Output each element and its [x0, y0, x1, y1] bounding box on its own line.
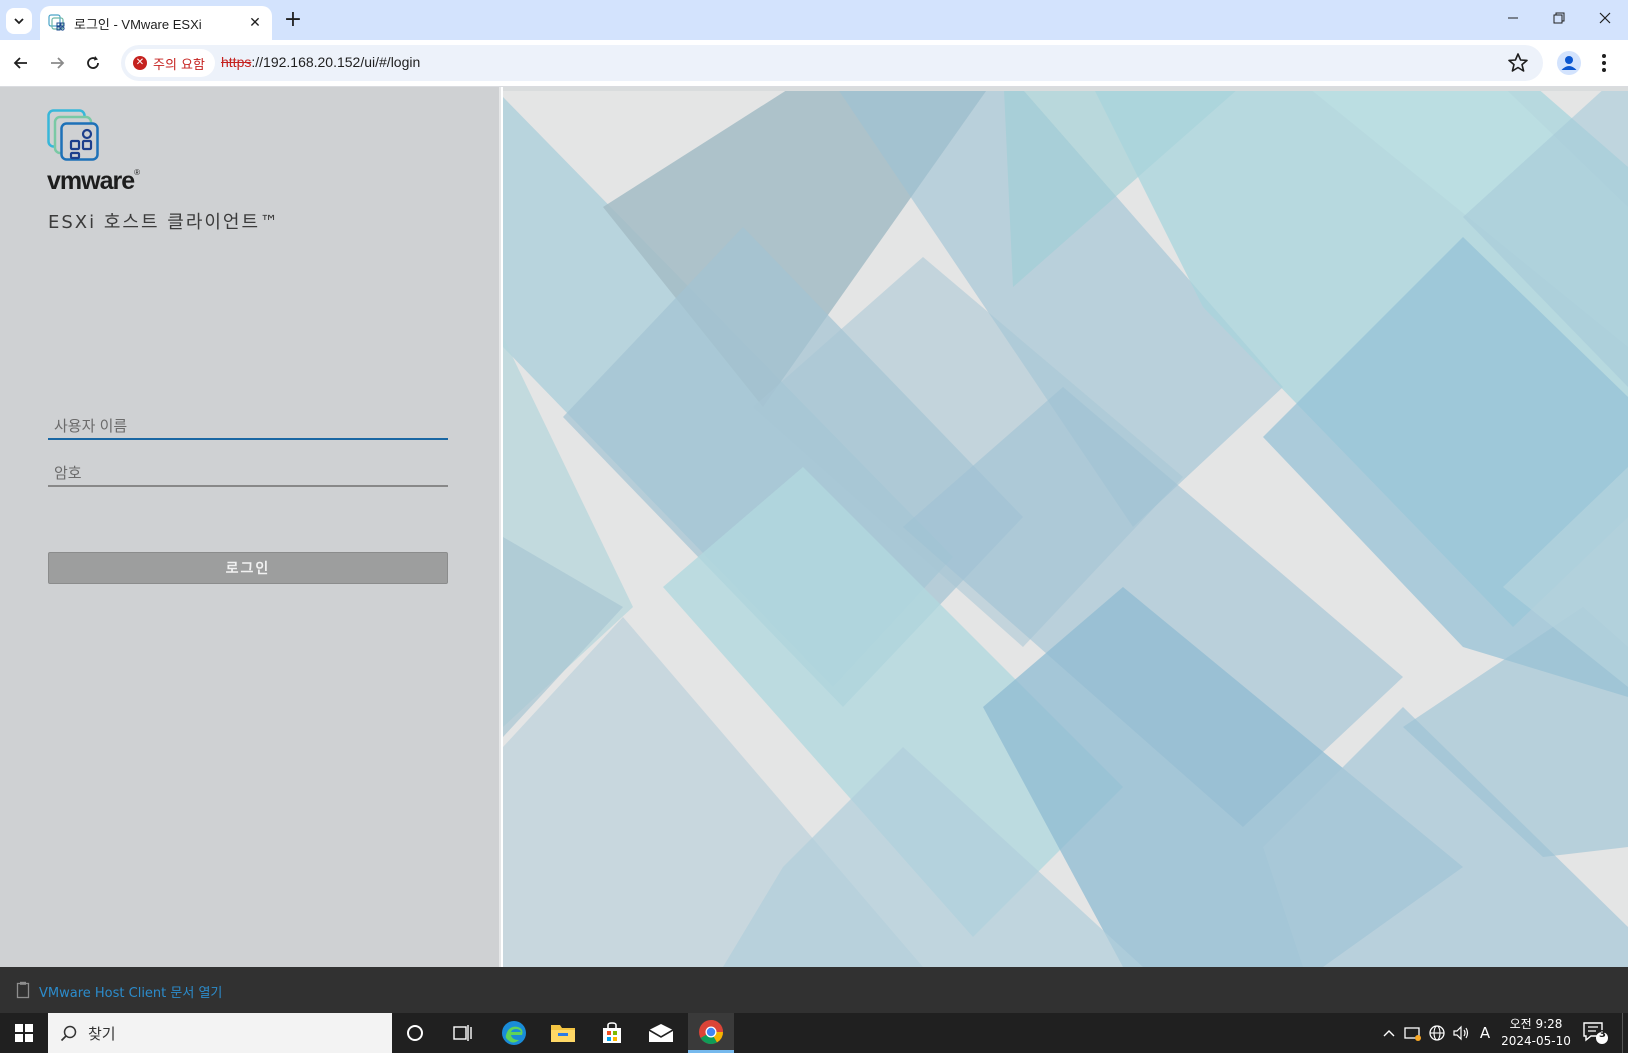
task-view-icon	[453, 1025, 472, 1041]
menu-icon[interactable]	[1598, 52, 1610, 74]
volume-control[interactable]	[1450, 1013, 1472, 1053]
file-explorer-button[interactable]	[540, 1013, 586, 1053]
notification-count: 3	[1599, 1029, 1606, 1040]
address-bar[interactable]: ✕ 주의 요함 https://192.168.20.152/ui/#/logi…	[121, 45, 1543, 81]
tab-list-icon	[14, 18, 24, 25]
tab-list-button[interactable]	[6, 8, 32, 34]
url-scheme: https	[221, 54, 252, 70]
login-panel: vmware® ESXi 호스트 클라이언트™ 로그인	[0, 87, 501, 967]
url-rest: ://192.168.20.152/ui/#/login	[251, 54, 421, 70]
show-desktop-button[interactable]	[1622, 1013, 1628, 1053]
cortana-button[interactable]	[392, 1013, 438, 1053]
warning-icon: ✕	[133, 56, 147, 70]
clock-date: 2024-05-10	[1501, 1034, 1571, 1048]
back-icon[interactable]	[8, 50, 34, 76]
system-clock[interactable]: 오전 9:28 2024-05-10	[1496, 1016, 1576, 1050]
network-status[interactable]	[1402, 1013, 1424, 1053]
vmware-logo-icon	[47, 109, 99, 161]
windows-start-icon	[15, 1024, 33, 1042]
chevron-up-icon	[1383, 1030, 1395, 1037]
username-field[interactable]	[48, 410, 448, 440]
volume-icon	[1453, 1025, 1469, 1041]
minimize-icon[interactable]	[1490, 6, 1536, 34]
esxi-login-page: vmware® ESXi 호스트 클라이언트™ 로그인	[0, 87, 1628, 967]
document-icon	[16, 981, 30, 999]
browser-tab[interactable]: 로그인 - VMware ESXi ✕	[40, 6, 272, 40]
password-field[interactable]	[48, 457, 448, 487]
tab-title: 로그인 - VMware ESXi	[74, 16, 202, 32]
security-warning-text: 주의 요함	[153, 57, 205, 73]
chrome-icon	[699, 1019, 723, 1044]
browser-toolbar: ✕ 주의 요함 https://192.168.20.152/ui/#/logi…	[0, 40, 1628, 87]
close-window-icon[interactable]	[1582, 6, 1628, 34]
footer-bar: VMware Host Client 문서 열기	[0, 967, 1628, 1013]
globe-icon	[1429, 1025, 1445, 1041]
taskbar-search[interactable]: 찾기	[48, 1013, 392, 1053]
mail-button[interactable]	[638, 1013, 684, 1053]
network-status-icon	[1404, 1027, 1421, 1041]
close-icon[interactable]: ✕	[246, 15, 264, 31]
store-button[interactable]	[589, 1013, 635, 1053]
star-icon[interactable]	[1505, 50, 1531, 76]
background-pattern	[503, 87, 1628, 967]
plus-icon[interactable]: +	[280, 8, 306, 34]
start-button[interactable]	[0, 1013, 48, 1053]
product-name: ESXi 호스트 클라이언트™	[48, 212, 281, 233]
brand-text: vmware	[47, 167, 135, 195]
forward-icon[interactable]	[44, 50, 70, 76]
tab-strip: 로그인 - VMware ESXi ✕ +	[0, 0, 1628, 40]
search-placeholder: 찾기	[88, 1025, 116, 1043]
input-indicator[interactable]: A	[1474, 1013, 1496, 1053]
security-chip[interactable]: ✕ 주의 요함	[125, 49, 215, 77]
geometric-background	[503, 87, 1628, 967]
login-button[interactable]: 로그인	[48, 552, 448, 584]
globe-status[interactable]	[1426, 1013, 1448, 1053]
vmware-favicon	[48, 14, 65, 31]
store-icon	[603, 1022, 621, 1043]
mail-icon	[648, 1024, 674, 1042]
notification-center[interactable]: 3	[1582, 1021, 1608, 1045]
file-explorer-icon	[551, 1025, 575, 1042]
search-icon	[60, 1025, 77, 1042]
task-view-button[interactable]	[440, 1013, 486, 1053]
reload-icon[interactable]	[80, 50, 106, 76]
cortana-icon	[407, 1025, 423, 1041]
edge-icon	[502, 1021, 526, 1045]
profile-icon[interactable]	[1557, 51, 1581, 75]
show-hidden-icons[interactable]	[1378, 1013, 1400, 1053]
restore-icon[interactable]	[1536, 6, 1582, 34]
vmware-wordmark: vmware®	[47, 167, 140, 195]
url-text: https://192.168.20.152/ui/#/login	[221, 54, 420, 70]
edge-button[interactable]	[491, 1013, 537, 1053]
windows-taskbar: 찾기 A 오전 9:28 2024-05-10 3	[0, 1013, 1628, 1053]
clock-time: 오전 9:28	[1509, 1017, 1563, 1031]
open-documentation-link[interactable]: VMware Host Client 문서 열기	[39, 982, 222, 1001]
chrome-button[interactable]	[688, 1013, 734, 1053]
